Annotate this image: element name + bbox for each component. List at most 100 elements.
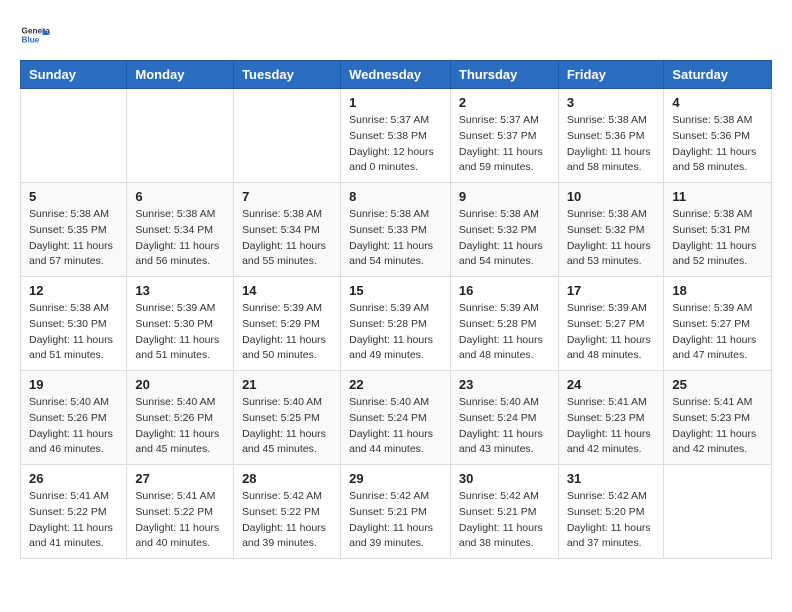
- day-info: Sunrise: 5:37 AM Sunset: 5:38 PM Dayligh…: [349, 113, 442, 176]
- day-info: Sunrise: 5:40 AM Sunset: 5:26 PM Dayligh…: [29, 395, 118, 458]
- day-info: Sunrise: 5:37 AM Sunset: 5:37 PM Dayligh…: [459, 113, 550, 176]
- calendar-week-row: 12Sunrise: 5:38 AM Sunset: 5:30 PM Dayli…: [21, 277, 772, 371]
- calendar-day-cell: 18 Sunrise: 5:39 AM Sunset: 5:27 PM Dayli…: [664, 277, 772, 371]
- day-info: Sunrise: 5:38 AM Sunset: 5:33 PM Dayligh…: [349, 207, 442, 270]
- calendar-day-cell: 11 Sunrise: 5:38 AM Sunset: 5:31 PM Dayli…: [664, 183, 772, 277]
- day-number: 6: [135, 189, 225, 204]
- svg-text:Blue: Blue: [22, 36, 40, 45]
- calendar-day-cell: 15 Sunrise: 5:39 AM Sunset: 5:28 PM Dayli…: [341, 277, 451, 371]
- day-number: 24: [567, 377, 656, 392]
- day-info: Sunrise: 5:41 AM Sunset: 5:22 PM Dayligh…: [29, 489, 118, 552]
- logo: General Blue: [20, 20, 50, 50]
- calendar-day-cell: 3 Sunrise: 5:38 AM Sunset: 5:36 PM Daylig…: [558, 89, 664, 183]
- day-info: Sunrise: 5:42 AM Sunset: 5:21 PM Dayligh…: [459, 489, 550, 552]
- empty-cell: [664, 465, 772, 559]
- day-number: 2: [459, 95, 550, 110]
- day-number: 27: [135, 471, 225, 486]
- day-number: 31: [567, 471, 656, 486]
- empty-cell: [234, 89, 341, 183]
- calendar-day-cell: 27 Sunrise: 5:41 AM Sunset: 5:22 PM Dayli…: [127, 465, 234, 559]
- day-number: 22: [349, 377, 442, 392]
- day-info: Sunrise: 5:40 AM Sunset: 5:24 PM Dayligh…: [459, 395, 550, 458]
- calendar-day-cell: 26 Sunrise: 5:41 AM Sunset: 5:22 PM Dayli…: [21, 465, 127, 559]
- calendar-day-cell: 20 Sunrise: 5:40 AM Sunset: 5:26 PM Dayli…: [127, 371, 234, 465]
- calendar-day-cell: 17Sunrise: 5:39 AM Sunset: 5:27 PM Dayli…: [558, 277, 664, 371]
- weekday-header-sunday: Sunday: [21, 61, 127, 89]
- calendar-day-cell: 9 Sunrise: 5:38 AM Sunset: 5:32 PM Daylig…: [450, 183, 558, 277]
- calendar-day-cell: 28 Sunrise: 5:42 AM Sunset: 5:22 PM Dayli…: [234, 465, 341, 559]
- calendar-day-cell: 6 Sunrise: 5:38 AM Sunset: 5:34 PM Daylig…: [127, 183, 234, 277]
- weekday-header-saturday: Saturday: [664, 61, 772, 89]
- day-number: 14: [242, 283, 332, 298]
- day-number: 11: [672, 189, 763, 204]
- calendar-table: SundayMondayTuesdayWednesdayThursdayFrid…: [20, 60, 772, 559]
- calendar-day-cell: 21Sunrise: 5:40 AM Sunset: 5:25 PM Dayli…: [234, 371, 341, 465]
- logo-icon: General Blue: [20, 20, 50, 50]
- calendar-day-cell: 24 Sunrise: 5:41 AM Sunset: 5:23 PM Dayli…: [558, 371, 664, 465]
- day-number: 29: [349, 471, 442, 486]
- day-number: 1: [349, 95, 442, 110]
- day-number: 25: [672, 377, 763, 392]
- day-number: 5: [29, 189, 118, 204]
- day-info: Sunrise: 5:40 AM Sunset: 5:24 PM Dayligh…: [349, 395, 442, 458]
- day-number: 30: [459, 471, 550, 486]
- day-number: 12: [29, 283, 118, 298]
- calendar-day-cell: 5 Sunrise: 5:38 AM Sunset: 5:35 PM Daylig…: [21, 183, 127, 277]
- day-info: Sunrise: 5:39 AM Sunset: 5:29 PM Dayligh…: [242, 301, 332, 364]
- day-info: Sunrise: 5:38 AM Sunset: 5:32 PM Dayligh…: [567, 207, 656, 270]
- calendar-day-cell: 12Sunrise: 5:38 AM Sunset: 5:30 PM Dayli…: [21, 277, 127, 371]
- weekday-header-thursday: Thursday: [450, 61, 558, 89]
- day-info: Sunrise: 5:39 AM Sunset: 5:27 PM Dayligh…: [672, 301, 763, 364]
- weekday-header-row: SundayMondayTuesdayWednesdayThursdayFrid…: [21, 61, 772, 89]
- day-info: Sunrise: 5:41 AM Sunset: 5:23 PM Dayligh…: [567, 395, 656, 458]
- day-info: Sunrise: 5:38 AM Sunset: 5:36 PM Dayligh…: [567, 113, 656, 176]
- day-number: 4: [672, 95, 763, 110]
- day-number: 7: [242, 189, 332, 204]
- day-info: Sunrise: 5:39 AM Sunset: 5:28 PM Dayligh…: [349, 301, 442, 364]
- day-info: Sunrise: 5:38 AM Sunset: 5:36 PM Dayligh…: [672, 113, 763, 176]
- weekday-header-tuesday: Tuesday: [234, 61, 341, 89]
- calendar-day-cell: 13 Sunrise: 5:39 AM Sunset: 5:30 PM Dayli…: [127, 277, 234, 371]
- day-number: 10: [567, 189, 656, 204]
- calendar-day-cell: 30 Sunrise: 5:42 AM Sunset: 5:21 PM Dayli…: [450, 465, 558, 559]
- calendar-day-cell: 25 Sunrise: 5:41 AM Sunset: 5:23 PM Dayli…: [664, 371, 772, 465]
- calendar-day-cell: 19 Sunrise: 5:40 AM Sunset: 5:26 PM Dayli…: [21, 371, 127, 465]
- empty-cell: [21, 89, 127, 183]
- calendar-day-cell: 1 Sunrise: 5:37 AM Sunset: 5:38 PM Daylig…: [341, 89, 451, 183]
- calendar-week-row: 5 Sunrise: 5:38 AM Sunset: 5:35 PM Daylig…: [21, 183, 772, 277]
- day-number: 23: [459, 377, 550, 392]
- day-info: Sunrise: 5:39 AM Sunset: 5:30 PM Dayligh…: [135, 301, 225, 364]
- day-info: Sunrise: 5:41 AM Sunset: 5:22 PM Dayligh…: [135, 489, 225, 552]
- day-number: 13: [135, 283, 225, 298]
- weekday-header-monday: Monday: [127, 61, 234, 89]
- day-number: 16: [459, 283, 550, 298]
- calendar-week-row: 26 Sunrise: 5:41 AM Sunset: 5:22 PM Dayli…: [21, 465, 772, 559]
- day-info: Sunrise: 5:38 AM Sunset: 5:31 PM Dayligh…: [672, 207, 763, 270]
- day-info: Sunrise: 5:38 AM Sunset: 5:35 PM Dayligh…: [29, 207, 118, 270]
- day-info: Sunrise: 5:42 AM Sunset: 5:21 PM Dayligh…: [349, 489, 442, 552]
- calendar-day-cell: 22 Sunrise: 5:40 AM Sunset: 5:24 PM Dayli…: [341, 371, 451, 465]
- day-number: 9: [459, 189, 550, 204]
- day-info: Sunrise: 5:38 AM Sunset: 5:34 PM Dayligh…: [135, 207, 225, 270]
- day-number: 20: [135, 377, 225, 392]
- day-number: 19: [29, 377, 118, 392]
- day-info: Sunrise: 5:39 AM Sunset: 5:27 PM Dayligh…: [567, 301, 656, 364]
- calendar-day-cell: 7 Sunrise: 5:38 AM Sunset: 5:34 PM Daylig…: [234, 183, 341, 277]
- day-number: 26: [29, 471, 118, 486]
- day-info: Sunrise: 5:42 AM Sunset: 5:20 PM Dayligh…: [567, 489, 656, 552]
- day-info: Sunrise: 5:38 AM Sunset: 5:32 PM Dayligh…: [459, 207, 550, 270]
- day-info: Sunrise: 5:39 AM Sunset: 5:28 PM Dayligh…: [459, 301, 550, 364]
- day-info: Sunrise: 5:40 AM Sunset: 5:25 PM Dayligh…: [242, 395, 332, 458]
- day-number: 3: [567, 95, 656, 110]
- calendar-day-cell: 31 Sunrise: 5:42 AM Sunset: 5:20 PM Dayli…: [558, 465, 664, 559]
- day-number: 15: [349, 283, 442, 298]
- calendar-day-cell: 2 Sunrise: 5:37 AM Sunset: 5:37 PM Daylig…: [450, 89, 558, 183]
- day-info: Sunrise: 5:38 AM Sunset: 5:34 PM Dayligh…: [242, 207, 332, 270]
- day-number: 18: [672, 283, 763, 298]
- weekday-header-friday: Friday: [558, 61, 664, 89]
- calendar-week-row: 19 Sunrise: 5:40 AM Sunset: 5:26 PM Dayli…: [21, 371, 772, 465]
- day-number: 28: [242, 471, 332, 486]
- day-info: Sunrise: 5:40 AM Sunset: 5:26 PM Dayligh…: [135, 395, 225, 458]
- day-info: Sunrise: 5:42 AM Sunset: 5:22 PM Dayligh…: [242, 489, 332, 552]
- day-info: Sunrise: 5:41 AM Sunset: 5:23 PM Dayligh…: [672, 395, 763, 458]
